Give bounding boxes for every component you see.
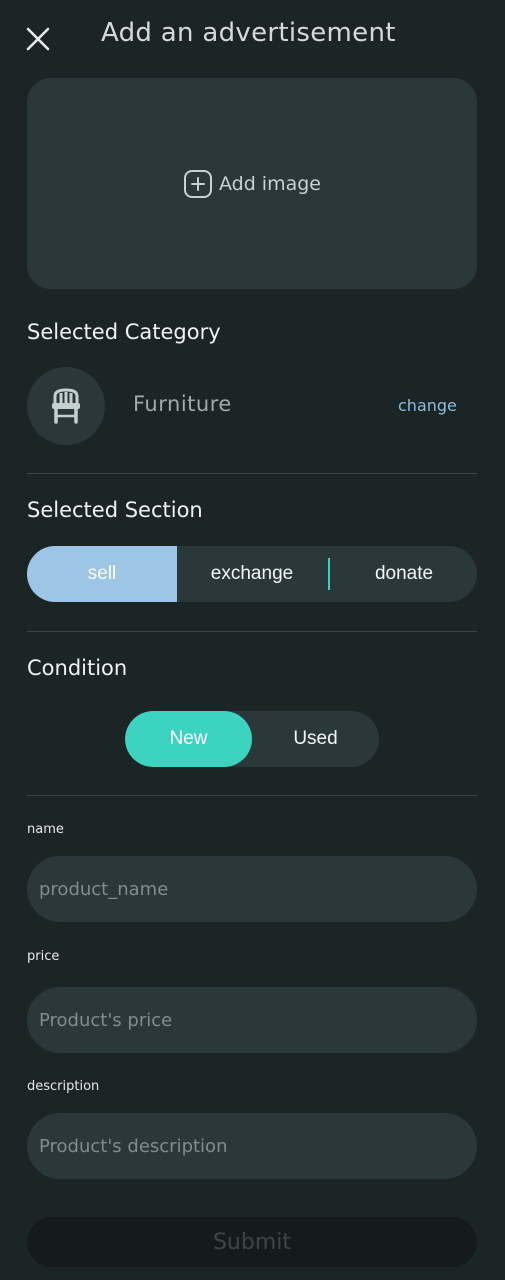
page-title: Add an advertisement <box>101 18 396 48</box>
category-avatar <box>27 367 105 445</box>
add-image-label: Add image <box>218 172 321 195</box>
close-button[interactable] <box>24 25 52 53</box>
divider <box>27 795 477 796</box>
divider <box>27 473 477 474</box>
section-heading: Selected Section <box>27 498 203 522</box>
condition-option-used[interactable]: Used <box>252 711 379 767</box>
close-icon <box>26 27 50 51</box>
add-image-area[interactable]: Add image <box>27 78 477 289</box>
add-image-content: Add image <box>183 169 321 199</box>
divider <box>27 631 477 632</box>
add-box-icon <box>183 169 212 198</box>
category-heading: Selected Category <box>27 320 221 344</box>
condition-option-new[interactable]: New <box>125 711 252 767</box>
name-label: name <box>27 822 64 837</box>
section-option-sell[interactable]: sell <box>27 546 177 602</box>
chair-icon <box>52 388 80 424</box>
change-category-link[interactable]: change <box>398 396 457 415</box>
category-name: Furniture <box>133 392 232 416</box>
submit-button[interactable]: Submit <box>27 1217 477 1267</box>
section-option-donate[interactable]: donate <box>329 546 477 602</box>
description-input[interactable] <box>27 1113 477 1179</box>
price-input[interactable] <box>27 987 477 1053</box>
section-option-exchange[interactable]: exchange <box>177 546 327 602</box>
condition-heading: Condition <box>27 656 128 680</box>
name-input[interactable] <box>27 856 477 922</box>
section-selector: sell exchange donate <box>27 546 477 602</box>
condition-selector: New Used <box>125 711 379 767</box>
description-label: description <box>27 1079 100 1094</box>
price-label: price <box>27 949 60 964</box>
